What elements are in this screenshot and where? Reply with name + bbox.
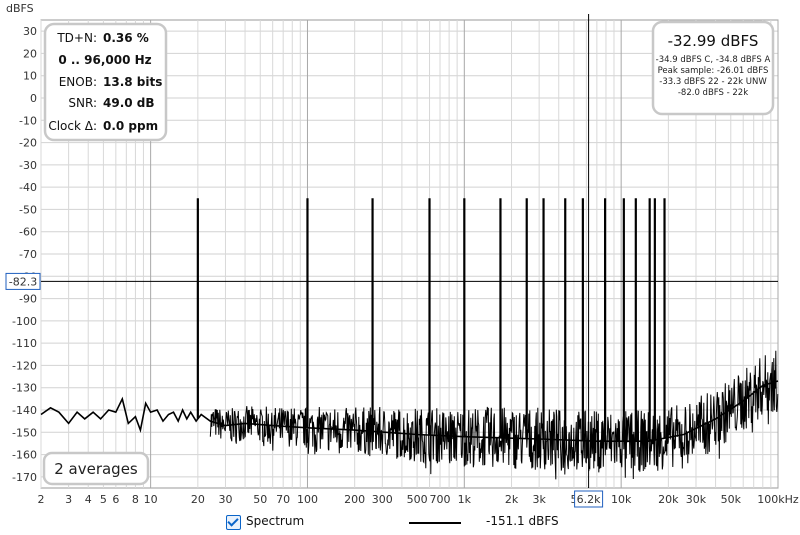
x-tick-label: 20: [191, 493, 205, 506]
x-tick-label: 3: [65, 493, 72, 506]
y-tick-label: 10: [23, 70, 37, 83]
y-tick-label: -10: [19, 114, 37, 127]
x-tick-label: 3k: [532, 493, 546, 506]
x-tick-label: 50k: [721, 493, 742, 506]
y-tick-label: 0: [30, 92, 37, 105]
x-tick-label: 5: [100, 493, 107, 506]
y-tick-label: -120: [12, 359, 37, 372]
level-main: -32.99 dBFS: [668, 32, 759, 50]
level-line: -82.0 dBFS - 22k: [678, 88, 748, 98]
stats-label: TD+N:: [56, 31, 97, 45]
y-tick-label: -150: [12, 426, 37, 439]
y-tick-label: 20: [23, 47, 37, 60]
x-tick-label: 10: [144, 493, 158, 506]
x-tick-label: 10k: [611, 493, 632, 506]
x-tick-label: 1k: [458, 493, 472, 506]
x-tick-label: 8: [132, 493, 139, 506]
x-tick-label: 300: [372, 493, 393, 506]
stats-value: 0.0 ppm: [103, 119, 158, 133]
level-line: Peak sample: -26.01 dBFS: [658, 66, 769, 76]
y-tick-label: -70: [19, 248, 37, 261]
y-tick-label: -50: [19, 203, 37, 216]
stats-label: ENOB:: [59, 75, 97, 89]
level-line: -33.3 dBFS 22 - 22k UNW: [659, 77, 767, 87]
x-tick-label: 200: [344, 493, 365, 506]
stats-label: SNR:: [68, 96, 97, 110]
y-tick-label: -40: [19, 181, 37, 194]
x-tick-label: 70: [276, 493, 290, 506]
x-tick-label: 100kHz: [757, 493, 799, 506]
y-tick-label: -160: [12, 449, 37, 462]
x-tick-label: 500: [407, 493, 428, 506]
spectrum-checkbox[interactable]: [226, 515, 241, 530]
y-tick-label: 30: [23, 25, 37, 38]
x-tick-label: 50: [253, 493, 267, 506]
cursor-y-label: -82.3: [9, 275, 37, 288]
stats-value: 0.36 %: [103, 31, 149, 45]
level-line: -34.9 dBFS C, -34.8 dBFS A: [656, 55, 771, 65]
stats-value: 13.8 bits: [103, 75, 162, 89]
x-tick-label: 30: [218, 493, 232, 506]
x-tick-label: 30k: [686, 493, 707, 506]
legend-value: -151.1 dBFS: [486, 514, 559, 528]
spectrum-chart[interactable]: 3020100-10-20-30-40-50-60-70-80-90-100-1…: [0, 0, 800, 535]
y-tick-label: -20: [19, 137, 37, 150]
x-tick-label: 2: [38, 493, 45, 506]
stats-label: Clock Δ:: [48, 119, 97, 133]
y-axis-ticks: 3020100-10-20-30-40-50-60-70-80-90-100-1…: [12, 25, 37, 484]
x-axis-ticks: 2 3 4 5 6 8 10 20 30 50 70 100 200 300 500 700 1k 2k 3k 5 10…: [38, 493, 799, 506]
x-tick-label: 4: [85, 493, 92, 506]
y-tick-label: -60: [19, 226, 37, 239]
y-tick-label: -170: [12, 471, 37, 484]
y-tick-label: -130: [12, 382, 37, 395]
y-tick-label: -90: [19, 293, 37, 306]
x-tick-label: 20k: [658, 493, 679, 506]
stats-value: 49.0 dB: [103, 96, 155, 110]
x-tick-label: 700: [430, 493, 451, 506]
legend-line: [409, 522, 461, 524]
legend-label: Spectrum: [246, 514, 305, 528]
x-tick-label: 100: [297, 493, 318, 506]
y-tick-label: -140: [12, 404, 37, 417]
y-tick-label: -100: [12, 315, 37, 328]
y-tick-label: -30: [19, 159, 37, 172]
x-tick-label: 2k: [505, 493, 519, 506]
x-tick-label: 6: [112, 493, 119, 506]
cursor-x-label: 6.2k: [577, 493, 601, 506]
stats-value: 0 .. 96,000 Hz: [58, 53, 151, 67]
averages-label: 2 averages: [54, 460, 138, 478]
y-axis-label: dBFS: [6, 2, 34, 15]
y-tick-label: -110: [12, 337, 37, 350]
